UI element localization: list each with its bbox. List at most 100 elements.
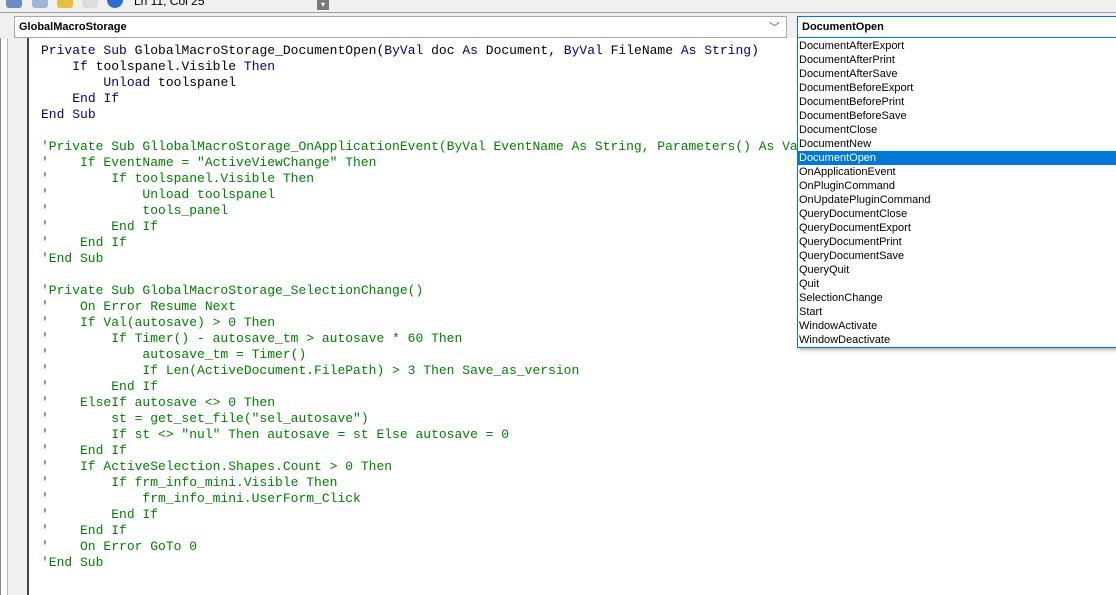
comment-text: ' If Val(autosave) > 0 Then [41,315,276,330]
comment-text: 'End Sub [41,555,104,570]
code-line: ' If Val(autosave) > 0 Then [41,315,845,331]
comment-text: ' On Error GoTo 0 [41,539,198,554]
properties-icon[interactable] [32,0,48,8]
dropdown-option[interactable]: Start [798,305,1116,319]
keyword-token: ByVal [563,43,603,58]
comment-text: ' On Error Resume Next [41,299,237,314]
code-token: FileName [610,43,674,58]
dropdown-option[interactable]: DocumentBeforeExport [798,81,1116,95]
keyword-token: Private [41,43,96,58]
dropdown-option[interactable]: DocumentAfterSave [798,67,1116,81]
comment-text: ' End If [41,523,127,538]
keyword-token: Then [243,59,276,74]
dropdown-option[interactable]: DocumentBeforeSave [798,109,1116,123]
comment-text: ' If frm_info_mini.Visible Then [41,475,338,490]
dropdown-option[interactable]: DocumentClose [798,123,1116,137]
comment-text: ' If ActiveSelection.Shapes.Count > 0 Th… [41,459,393,474]
comment-text: ' End If [41,379,159,394]
dropdown-option[interactable]: QueryQuit [798,263,1116,277]
code-line: ' If Len(ActiveDocument.FilePath) > 3 Th… [41,363,845,379]
cursor-position-status: Ln 11, Col 25 [134,0,205,8]
code-line: 'End Sub [41,251,845,267]
code-line: ' End If [41,379,845,395]
code-line: Private Sub GlobalMacroStorage_DocumentO… [41,43,845,59]
dropdown-option[interactable]: WindowDeactivate [798,333,1116,347]
view-object-icon[interactable] [6,0,22,8]
code-line: ' If frm_info_mini.Visible Then [41,475,845,491]
keyword-token: End [72,91,96,106]
code-line: 'End Sub [41,555,845,571]
code-line: 'Private Sub GllobalMacroStorage_OnAppli… [41,139,845,155]
code-line: ' End If [41,443,845,459]
dropdown-option[interactable]: DocumentAfterPrint [798,53,1116,67]
code-line: ' If Timer() - autosave_tm > autosave * … [41,331,845,347]
dropdown-option[interactable]: OnUpdatePluginCommand [798,193,1116,207]
help-icon[interactable] [107,0,123,8]
code-line: ' End If [41,219,845,235]
object-combobox-value: GlobalMacroStorage [19,21,127,33]
procedure-combobox[interactable]: DocumentOpen [797,16,1116,38]
dropdown-option[interactable]: OnApplicationEvent [798,165,1116,179]
code-token: Document [485,43,549,58]
toolbar: Ln 11, Col 25 ▾ [0,0,1116,12]
dropdown-option[interactable]: Quit [798,277,1116,291]
procedure-dropdown-list[interactable]: DocumentAfterExport DocumentAfterPrint Doc… [797,37,1116,348]
code-token: , [548,43,564,58]
code-line: ' End If [41,235,845,251]
code-token: toolspanel [95,59,174,74]
dropdown-option[interactable]: QueryDocumentExport [798,221,1116,235]
margin-indicator-bar[interactable] [7,38,29,595]
comment-text: ' If toolspanel.Visible Then [41,171,315,186]
code-line: If toolspanel.Visible Then [41,59,845,75]
dropdown-option[interactable]: QueryDocumentClose [798,207,1116,221]
code-line: ' On Error Resume Next [41,299,845,315]
combo-row: GlobalMacroStorage ﹀ DocumentOpen [0,12,1116,38]
code-token: ) [751,43,759,58]
code-line: ' On Error GoTo 0 [41,539,845,555]
keyword-token: ByVal [384,43,424,58]
keyword-token: If [72,59,88,74]
dropdown-option[interactable]: DocumentAfterExport [798,39,1116,53]
comment-text: ' ElseIf autosave <> 0 Then [41,395,276,410]
keyword-token: If [103,91,120,106]
chevron-down-icon[interactable]: ﹀ [769,19,780,35]
dropdown-option[interactable]: DocumentNew [798,137,1116,151]
code-token: toolspanel [158,75,237,90]
toolbar-options-button[interactable]: ▾ [317,0,329,10]
object-combobox[interactable]: GlobalMacroStorage ﹀ [14,16,787,38]
code-area[interactable]: Private Sub GlobalMacroStorage_DocumentO… [41,43,845,571]
code-line: ' tools_panel [41,203,845,219]
comment-text: ' frm_info_mini.UserForm_Click [41,491,361,506]
comment-text: ' tools_panel [41,203,229,218]
project-icon[interactable] [57,0,73,8]
dropdown-option[interactable]: DocumentBeforePrint [798,95,1116,109]
toolbox-icon[interactable] [82,0,98,8]
comment-text: ' End If [41,219,159,234]
dropdown-option[interactable]: QueryDocumentSave [798,249,1116,263]
code-line: ' st = get_set_file("sel_autosave") [41,411,845,427]
keyword-token: Unload [103,75,151,90]
dropdown-option[interactable]: QueryDocumentPrint [798,235,1116,249]
code-line: Unload toolspanel [41,75,845,91]
dropdown-option[interactable]: WindowActivate [798,319,1116,333]
dropdown-option[interactable]: DocumentOpen [798,151,1116,165]
comment-text: ' If Len(ActiveDocument.FilePath) > 3 Th… [41,363,580,378]
dropdown-option[interactable]: OnPluginCommand [798,179,1116,193]
code-line: ' End If [41,507,845,523]
dropdown-option[interactable]: SelectionChange [798,291,1116,305]
code-line: ' ElseIf autosave <> 0 Then [41,395,845,411]
code-token: Visible [181,59,237,74]
code-line: ' If st <> "nul" Then autosave = st Else… [41,427,845,443]
comment-text: ' End If [41,507,159,522]
code-line: ' autosave_tm = Timer() [41,347,845,363]
